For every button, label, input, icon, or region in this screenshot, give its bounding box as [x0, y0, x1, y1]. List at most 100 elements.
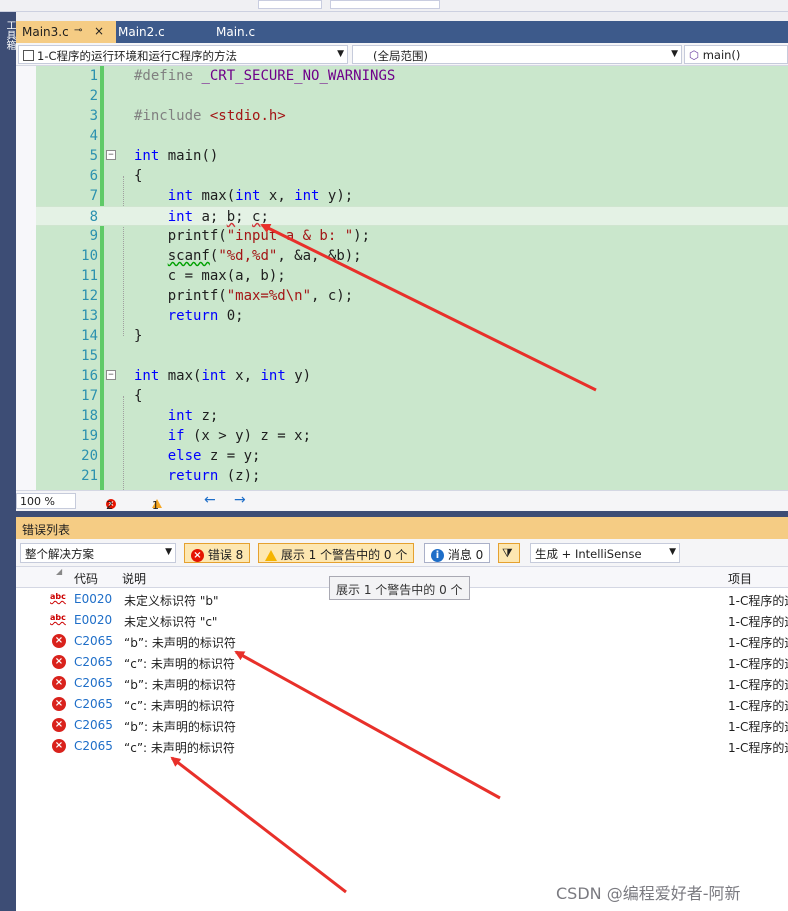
project-name: 1-C程序的运行环境和运行C程序的方法: [37, 49, 238, 63]
code-line[interactable]: 21 return (z);: [36, 466, 788, 486]
line-number: 21: [81, 468, 98, 484]
error-code-link[interactable]: C2065: [74, 655, 113, 669]
chevron-down-icon: ▼: [337, 49, 344, 59]
code-text: printf("input a & b: ");: [134, 228, 371, 244]
code-line[interactable]: 3 #include <stdio.h>: [36, 106, 788, 126]
error-code-link[interactable]: E0020: [74, 592, 112, 606]
tab-main2[interactable]: Main2.c: [112, 21, 210, 43]
warnings-filter-button[interactable]: 展示 1 个警告中的 0 个: [258, 543, 415, 563]
intellisense-error-icon: abc: [50, 592, 66, 601]
error-code-link[interactable]: C2065: [74, 676, 113, 690]
cube-icon: ⬡: [689, 48, 700, 62]
code-text: int a; b; c;: [167, 209, 269, 225]
fold-toggle-icon[interactable]: −: [106, 370, 116, 380]
line-number: 12: [81, 288, 98, 304]
scope-name: (全局范围): [373, 49, 428, 63]
error-row[interactable]: × C2065 “b”: 未声明的标识符 1-C程序的运: [16, 673, 788, 694]
navigate-forward-icon[interactable]: →: [234, 492, 246, 508]
toolbar-config-dropdown[interactable]: [258, 0, 322, 9]
code-text: }: [134, 328, 143, 344]
intellisense-error-icon: abc: [50, 613, 66, 622]
messages-filter-button[interactable]: i 消息 0: [424, 543, 491, 563]
errors-filter-label: 错误 8: [207, 548, 244, 562]
member-name: main(): [702, 48, 741, 62]
code-line[interactable]: 18 int z;: [36, 406, 788, 426]
tab-main3[interactable]: Main3.c ⊸ ×: [16, 21, 116, 43]
code-line[interactable]: 5− int main(): [36, 146, 788, 166]
line-number: 18: [81, 408, 98, 424]
code-line[interactable]: 16− int max(int x, int y): [36, 366, 788, 386]
project-dropdown[interactable]: 1-C程序的运行环境和运行C程序的方法 ▼: [18, 45, 348, 64]
error-project: 1-C程序的运: [728, 720, 788, 734]
tab-label: Main.c: [216, 25, 256, 39]
code-line[interactable]: 13 return 0;: [36, 306, 788, 326]
error-row[interactable]: × C2065 “c”: 未声明的标识符 1-C程序的运: [16, 736, 788, 757]
tab-main[interactable]: Main.c: [210, 21, 306, 43]
error-icon: ×: [52, 697, 66, 711]
line-number: 13: [81, 308, 98, 324]
sort-icon: ◢: [56, 567, 63, 576]
code-line[interactable]: 11 c = max(a, b);: [36, 266, 788, 286]
error-icon: ×: [52, 634, 66, 648]
error-row[interactable]: × C2065 “c”: 未声明的标识符 1-C程序的运: [16, 652, 788, 673]
toolbox-rail[interactable]: 工具箱: [0, 12, 16, 911]
info-icon: i: [431, 549, 444, 562]
scope-dropdown[interactable]: (全局范围) ▼: [352, 45, 682, 64]
line-number: 3: [89, 108, 98, 124]
line-number: 5: [89, 148, 98, 164]
code-line[interactable]: 6{: [36, 166, 788, 186]
code-line[interactable]: 9 printf("input a & b: ");: [36, 226, 788, 246]
col-desc-header[interactable]: 说明: [122, 570, 146, 587]
code-line[interactable]: 4: [36, 126, 788, 146]
scope-filter-dropdown[interactable]: 整个解决方案 ▼: [20, 543, 176, 563]
build-filter-dropdown[interactable]: 生成 + IntelliSense ▼: [530, 543, 680, 563]
code-line[interactable]: 20 else z = y;: [36, 446, 788, 466]
line-number: 15: [81, 348, 98, 364]
line-number: 6: [89, 168, 98, 184]
code-line[interactable]: 8 int a; b; c;: [36, 206, 788, 226]
toolbox-label: 工具箱: [4, 20, 15, 50]
code-line[interactable]: 15: [36, 346, 788, 366]
error-code-link[interactable]: E0020: [74, 613, 112, 627]
code-line[interactable]: 14}: [36, 326, 788, 346]
errors-filter-button[interactable]: × 错误 8: [184, 543, 251, 563]
error-code-link[interactable]: C2065: [74, 697, 113, 711]
code-line[interactable]: 19 if (x > y) z = x;: [36, 426, 788, 446]
col-project-header[interactable]: 项目: [728, 570, 752, 587]
fold-toggle-icon[interactable]: −: [106, 150, 116, 160]
error-code-link[interactable]: C2065: [74, 739, 113, 753]
zoom-dropdown[interactable]: 100 %: [16, 493, 76, 509]
code-line[interactable]: 10 scanf("%d,%d", &a, &b);: [36, 246, 788, 266]
code-text: if (x > y) z = x;: [167, 428, 312, 444]
error-code-link[interactable]: C2065: [74, 634, 113, 648]
filter-icon[interactable]: ⧩: [498, 543, 520, 563]
error-row[interactable]: × C2065 “c”: 未声明的标识符 1-C程序的运: [16, 694, 788, 715]
code-text: printf("max=%d\n", c);: [134, 288, 354, 304]
navigate-back-icon[interactable]: ←: [204, 492, 216, 508]
member-dropdown[interactable]: ⬡ main(): [684, 45, 788, 64]
code-text: scanf("%d,%d", &a, &b);: [167, 248, 362, 264]
code-line[interactable]: 1 #define _CRT_SECURE_NO_WARNINGS: [36, 66, 788, 86]
error-row[interactable]: × C2065 “b”: 未声明的标识符 1-C程序的运: [16, 631, 788, 652]
close-icon[interactable]: ×: [94, 24, 104, 38]
line-number: 17: [81, 388, 98, 404]
build-filter-value: 生成 + IntelliSense: [535, 547, 642, 561]
code-text: return 0;: [167, 308, 244, 324]
code-line[interactable]: 17 {: [36, 386, 788, 406]
error-row[interactable]: abc E0020 未定义标识符 "c" 1-C程序的运: [16, 610, 788, 631]
tab-label: Main2.c: [118, 25, 165, 39]
code-editor[interactable]: 1 #define _CRT_SECURE_NO_WARNINGS 2 3 #inclu…: [16, 66, 788, 490]
pin-icon[interactable]: ⊸: [74, 25, 82, 36]
top-toolbar: [0, 0, 788, 12]
code-line[interactable]: 12 printf("max=%d\n", c);: [36, 286, 788, 306]
code-line[interactable]: 2: [36, 86, 788, 106]
error-row[interactable]: × C2065 “b”: 未声明的标识符 1-C程序的运: [16, 715, 788, 736]
line-number: 14: [81, 328, 98, 344]
line-number: 16: [81, 368, 98, 384]
code-text: int max(int x, int y);: [167, 188, 354, 204]
navigation-bar: 1-C程序的运行环境和运行C程序的方法 ▼ (全局范围) ▼ ⬡ main(): [16, 43, 788, 66]
col-code-header[interactable]: 代码: [74, 570, 98, 587]
code-line[interactable]: 7 int max(int x, int y);: [36, 186, 788, 206]
toolbar-platform-dropdown[interactable]: [330, 0, 440, 9]
error-code-link[interactable]: C2065: [74, 718, 113, 732]
